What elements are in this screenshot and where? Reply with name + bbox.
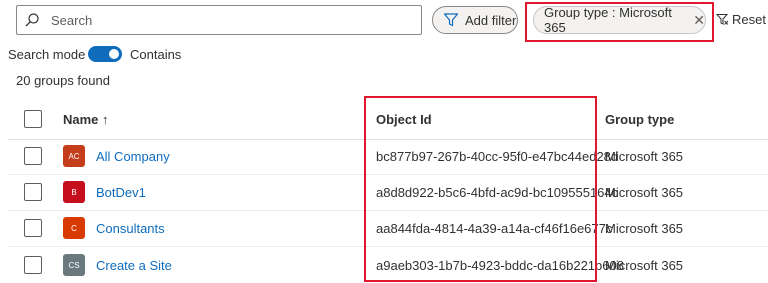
object-id-highlight-box	[364, 96, 597, 282]
column-header-group-type[interactable]: Group type	[605, 112, 674, 127]
reset-filters-label: Reset filters	[732, 12, 768, 27]
search-mode-toggle[interactable]	[88, 46, 122, 62]
avatar: AC	[63, 145, 85, 167]
add-filter-label: Add filter	[465, 12, 517, 28]
group-name-link[interactable]: BotDev1	[96, 185, 146, 200]
search-icon	[25, 12, 41, 28]
search-input[interactable]	[49, 11, 393, 29]
group-type-cell: Microsoft 365	[605, 221, 684, 236]
group-name-link[interactable]: Create a Site	[96, 258, 172, 273]
funnel-icon	[443, 12, 459, 28]
search-box[interactable]	[16, 5, 422, 35]
funnel-clear-icon	[716, 13, 729, 26]
row-checkbox[interactable]	[24, 147, 42, 165]
filter-highlight-box	[525, 2, 714, 42]
avatar: B	[63, 181, 85, 203]
group-type-cell: Microsoft 365	[605, 149, 684, 164]
results-count: 20 groups found	[16, 73, 110, 88]
select-all-checkbox[interactable]	[24, 110, 42, 128]
avatar: C	[63, 217, 85, 239]
group-name-link[interactable]: Consultants	[96, 221, 165, 236]
avatar: CS	[63, 254, 85, 276]
reset-filters-button[interactable]: Reset filters	[716, 12, 768, 27]
column-header-name[interactable]: Name ↑	[63, 112, 109, 127]
group-type-cell: Microsoft 365	[605, 185, 684, 200]
add-filter-button[interactable]: Add filter	[432, 6, 518, 34]
search-mode-toggle-label: Contains	[130, 47, 182, 62]
toggle-knob	[109, 49, 119, 59]
row-checkbox[interactable]	[24, 219, 42, 237]
group-name-link[interactable]: All Company	[96, 149, 170, 164]
group-type-cell: Microsoft 365	[605, 258, 684, 273]
row-checkbox[interactable]	[24, 183, 42, 201]
row-checkbox[interactable]	[24, 256, 42, 274]
search-mode-label: Search mode	[8, 47, 86, 62]
